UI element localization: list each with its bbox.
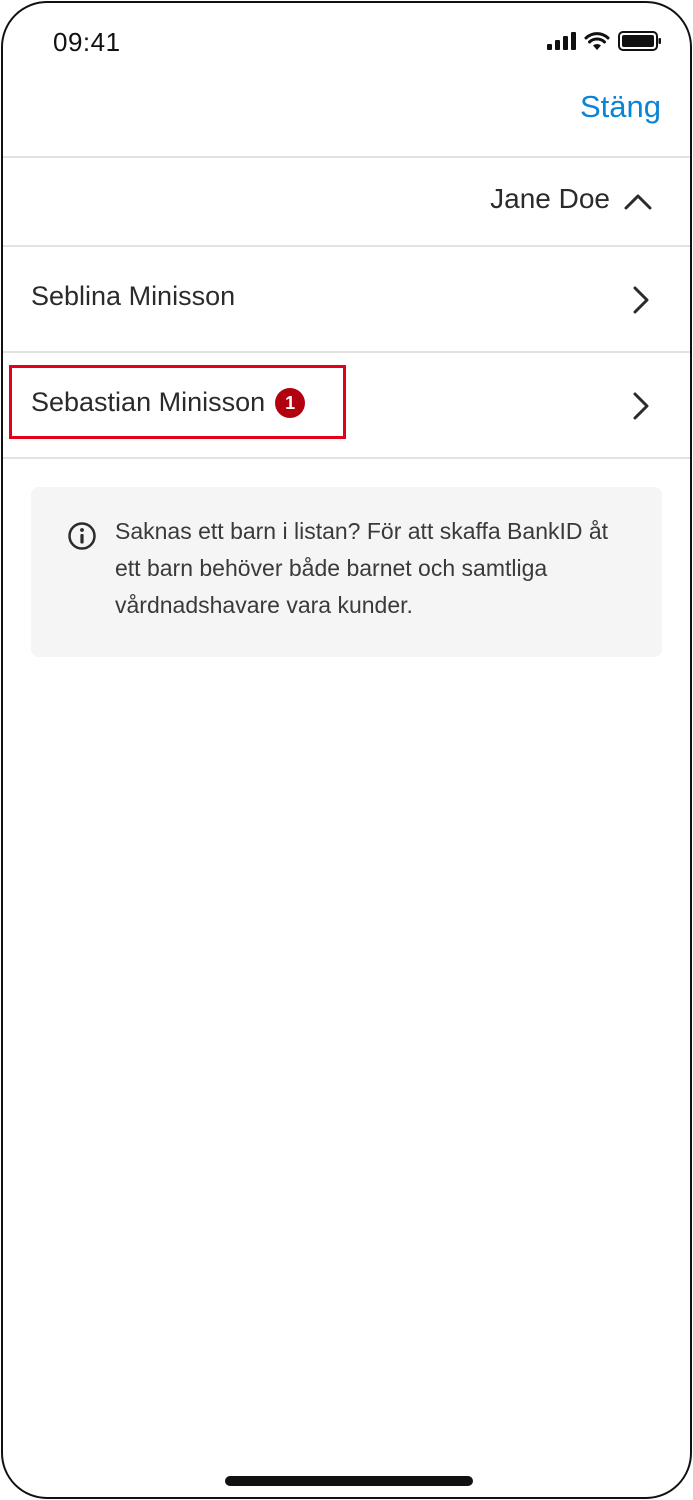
- child-label-group: Sebastian Minisson 1: [31, 387, 306, 418]
- signal-icon: [547, 32, 576, 50]
- info-icon: [68, 522, 96, 550]
- child-row-seblina[interactable]: Seblina Minisson: [3, 247, 690, 351]
- account-selector[interactable]: Jane Doe: [3, 159, 690, 245]
- child-row-sebastian[interactable]: Sebastian Minisson 1: [3, 353, 690, 457]
- info-box: Saknas ett barn i listan? För att skaffa…: [31, 487, 662, 657]
- home-indicator: [225, 1476, 473, 1486]
- chevron-right-icon: [633, 392, 649, 420]
- nav-bar: Stäng: [3, 83, 690, 157]
- status-bar: 09:41: [3, 3, 690, 83]
- phone-frame: 09:41 Stäng Jane Doe Seblina Minisson Se…: [1, 1, 692, 1499]
- chevron-up-icon: [624, 194, 652, 210]
- battery-icon: [618, 31, 661, 51]
- divider: [3, 156, 690, 158]
- divider: [3, 457, 690, 459]
- child-name: Seblina Minisson: [31, 281, 236, 311]
- status-time: 09:41: [53, 27, 121, 57]
- wifi-icon: [584, 32, 610, 50]
- notification-badge: 1: [275, 387, 306, 418]
- child-name: Sebastian Minisson: [31, 387, 266, 417]
- close-button[interactable]: Stäng: [580, 89, 661, 125]
- account-name: Jane Doe: [490, 183, 610, 214]
- status-icons: [547, 31, 662, 51]
- chevron-right-icon: [633, 286, 649, 314]
- info-text: Saknas ett barn i listan? För att skaffa…: [115, 518, 609, 618]
